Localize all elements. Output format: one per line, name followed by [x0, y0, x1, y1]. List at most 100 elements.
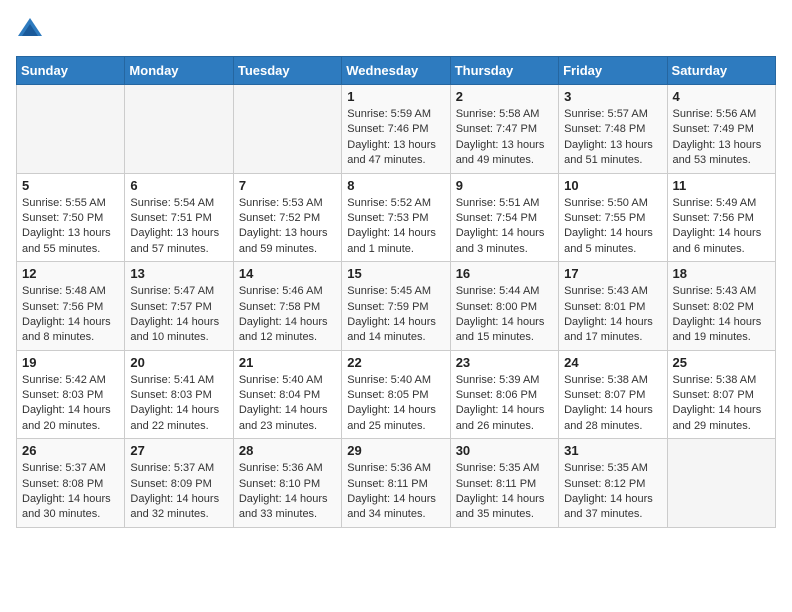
day-info: Sunrise: 5:56 AM Sunset: 7:49 PM Dayligh… — [673, 107, 770, 169]
day-of-week-header: Saturday — [667, 57, 775, 85]
calendar-cell: 20 Sunrise: 5:41 AM Sunset: 8:03 PM Dayli… — [125, 350, 233, 439]
calendar-cell: 14Sunrise: 5:46 AM Sunset: 7:58 PM Dayli… — [233, 262, 341, 351]
calendar-cell — [125, 85, 233, 174]
calendar-cell — [17, 85, 125, 174]
day-of-week-header: Sunday — [17, 57, 125, 85]
calendar-week-row: 26Sunrise: 5:37 AM Sunset: 8:08 PM Dayli… — [17, 439, 776, 528]
calendar-cell: 12 Sunrise: 5:48 AM Sunset: 7:56 PM Dayli… — [17, 262, 125, 351]
day-info: Sunrise: 5:51 AM Sunset: 7:54 PM Dayligh… — [456, 196, 553, 258]
day-number: 20 — [130, 355, 227, 370]
day-number: 11 — [673, 178, 770, 193]
day-number: 18 — [673, 266, 770, 281]
calendar-cell: 26Sunrise: 5:37 AM Sunset: 8:08 PM Dayli… — [17, 439, 125, 528]
calendar-cell: 22 Sunrise: 5:40 AM Sunset: 8:05 PM Dayli… — [342, 350, 450, 439]
day-info: Sunrise: 5:41 AM Sunset: 8:03 PM Dayligh… — [130, 373, 227, 435]
calendar-cell: 27 Sunrise: 5:37 AM Sunset: 8:09 PM Dayli… — [125, 439, 233, 528]
calendar-cell: 8 Sunrise: 5:52 AM Sunset: 7:53 PM Daylig… — [342, 173, 450, 262]
calendar-cell: 13 Sunrise: 5:47 AM Sunset: 7:57 PM Dayli… — [125, 262, 233, 351]
day-number: 27 — [130, 443, 227, 458]
calendar-cell: 15 Sunrise: 5:45 AM Sunset: 7:59 PM Dayli… — [342, 262, 450, 351]
day-info: Sunrise: 5:59 AM Sunset: 7:46 PM Dayligh… — [347, 107, 444, 169]
day-number: 25 — [673, 355, 770, 370]
day-number: 9 — [456, 178, 553, 193]
day-of-week-header: Wednesday — [342, 57, 450, 85]
day-number: 2 — [456, 89, 553, 104]
calendar-body: 1 Sunrise: 5:59 AM Sunset: 7:46 PM Daylig… — [17, 85, 776, 528]
calendar-week-row: 1 Sunrise: 5:59 AM Sunset: 7:46 PM Daylig… — [17, 85, 776, 174]
day-info: Sunrise: 5:36 AM Sunset: 8:10 PM Dayligh… — [239, 461, 336, 523]
calendar-cell — [667, 439, 775, 528]
day-number: 14 — [239, 266, 336, 281]
calendar-cell: 5 Sunrise: 5:55 AM Sunset: 7:50 PM Daylig… — [17, 173, 125, 262]
day-number: 7 — [239, 178, 336, 193]
calendar-cell: 29 Sunrise: 5:36 AM Sunset: 8:11 PM Dayli… — [342, 439, 450, 528]
day-info: Sunrise: 5:45 AM Sunset: 7:59 PM Dayligh… — [347, 284, 444, 346]
calendar-cell: 7 Sunrise: 5:53 AM Sunset: 7:52 PM Daylig… — [233, 173, 341, 262]
day-info: Sunrise: 5:37 AM Sunset: 8:09 PM Dayligh… — [130, 461, 227, 523]
day-info: Sunrise: 5:38 AM Sunset: 8:07 PM Dayligh… — [673, 373, 770, 435]
day-info: Sunrise: 5:55 AM Sunset: 7:50 PM Dayligh… — [22, 196, 119, 258]
logo — [16, 16, 48, 44]
day-number: 28 — [239, 443, 336, 458]
day-info: Sunrise: 5:38 AM Sunset: 8:07 PM Dayligh… — [564, 373, 661, 435]
calendar-cell: 17Sunrise: 5:43 AM Sunset: 8:01 PM Dayli… — [559, 262, 667, 351]
day-number: 13 — [130, 266, 227, 281]
calendar-cell: 18 Sunrise: 5:43 AM Sunset: 8:02 PM Dayli… — [667, 262, 775, 351]
day-info: Sunrise: 5:44 AM Sunset: 8:00 PM Dayligh… — [456, 284, 553, 346]
day-info: Sunrise: 5:35 AM Sunset: 8:11 PM Dayligh… — [456, 461, 553, 523]
day-number: 1 — [347, 89, 444, 104]
day-number: 16 — [456, 266, 553, 281]
day-info: Sunrise: 5:43 AM Sunset: 8:02 PM Dayligh… — [673, 284, 770, 346]
calendar-week-row: 5 Sunrise: 5:55 AM Sunset: 7:50 PM Daylig… — [17, 173, 776, 262]
day-info: Sunrise: 5:40 AM Sunset: 8:04 PM Dayligh… — [239, 373, 336, 435]
day-number: 31 — [564, 443, 661, 458]
calendar-header: SundayMondayTuesdayWednesdayThursdayFrid… — [17, 57, 776, 85]
calendar-cell: 9 Sunrise: 5:51 AM Sunset: 7:54 PM Daylig… — [450, 173, 558, 262]
day-info: Sunrise: 5:42 AM Sunset: 8:03 PM Dayligh… — [22, 373, 119, 435]
day-info: Sunrise: 5:58 AM Sunset: 7:47 PM Dayligh… — [456, 107, 553, 169]
calendar-cell: 16 Sunrise: 5:44 AM Sunset: 8:00 PM Dayli… — [450, 262, 558, 351]
day-info: Sunrise: 5:50 AM Sunset: 7:55 PM Dayligh… — [564, 196, 661, 258]
calendar-week-row: 19 Sunrise: 5:42 AM Sunset: 8:03 PM Dayli… — [17, 350, 776, 439]
calendar-cell: 24 Sunrise: 5:38 AM Sunset: 8:07 PM Dayli… — [559, 350, 667, 439]
day-info: Sunrise: 5:35 AM Sunset: 8:12 PM Dayligh… — [564, 461, 661, 523]
page-header — [16, 16, 776, 44]
day-info: Sunrise: 5:48 AM Sunset: 7:56 PM Dayligh… — [22, 284, 119, 346]
day-number: 12 — [22, 266, 119, 281]
calendar-cell: 1 Sunrise: 5:59 AM Sunset: 7:46 PM Daylig… — [342, 85, 450, 174]
calendar-cell: 4 Sunrise: 5:56 AM Sunset: 7:49 PM Daylig… — [667, 85, 775, 174]
day-number: 19 — [22, 355, 119, 370]
day-number: 15 — [347, 266, 444, 281]
day-number: 17 — [564, 266, 661, 281]
day-info: Sunrise: 5:52 AM Sunset: 7:53 PM Dayligh… — [347, 196, 444, 258]
day-info: Sunrise: 5:54 AM Sunset: 7:51 PM Dayligh… — [130, 196, 227, 258]
calendar-cell: 28 Sunrise: 5:36 AM Sunset: 8:10 PM Dayli… — [233, 439, 341, 528]
day-number: 6 — [130, 178, 227, 193]
day-number: 24 — [564, 355, 661, 370]
calendar-cell: 19 Sunrise: 5:42 AM Sunset: 8:03 PM Dayli… — [17, 350, 125, 439]
day-info: Sunrise: 5:49 AM Sunset: 7:56 PM Dayligh… — [673, 196, 770, 258]
day-number: 4 — [673, 89, 770, 104]
calendar-cell: 2 Sunrise: 5:58 AM Sunset: 7:47 PM Daylig… — [450, 85, 558, 174]
day-number: 22 — [347, 355, 444, 370]
day-number: 26 — [22, 443, 119, 458]
day-number: 10 — [564, 178, 661, 193]
calendar-cell: 6 Sunrise: 5:54 AM Sunset: 7:51 PM Daylig… — [125, 173, 233, 262]
day-info: Sunrise: 5:39 AM Sunset: 8:06 PM Dayligh… — [456, 373, 553, 435]
day-number: 5 — [22, 178, 119, 193]
day-info: Sunrise: 5:47 AM Sunset: 7:57 PM Dayligh… — [130, 284, 227, 346]
day-number: 3 — [564, 89, 661, 104]
day-of-week-header: Monday — [125, 57, 233, 85]
calendar-week-row: 12 Sunrise: 5:48 AM Sunset: 7:56 PM Dayli… — [17, 262, 776, 351]
day-number: 8 — [347, 178, 444, 193]
day-info: Sunrise: 5:57 AM Sunset: 7:48 PM Dayligh… — [564, 107, 661, 169]
calendar-cell — [233, 85, 341, 174]
day-info: Sunrise: 5:40 AM Sunset: 8:05 PM Dayligh… — [347, 373, 444, 435]
day-info: Sunrise: 5:36 AM Sunset: 8:11 PM Dayligh… — [347, 461, 444, 523]
calendar-cell: 23Sunrise: 5:39 AM Sunset: 8:06 PM Dayli… — [450, 350, 558, 439]
day-number: 21 — [239, 355, 336, 370]
day-info: Sunrise: 5:53 AM Sunset: 7:52 PM Dayligh… — [239, 196, 336, 258]
calendar-cell: 11 Sunrise: 5:49 AM Sunset: 7:56 PM Dayli… — [667, 173, 775, 262]
day-number: 29 — [347, 443, 444, 458]
calendar-cell: 3 Sunrise: 5:57 AM Sunset: 7:48 PM Daylig… — [559, 85, 667, 174]
